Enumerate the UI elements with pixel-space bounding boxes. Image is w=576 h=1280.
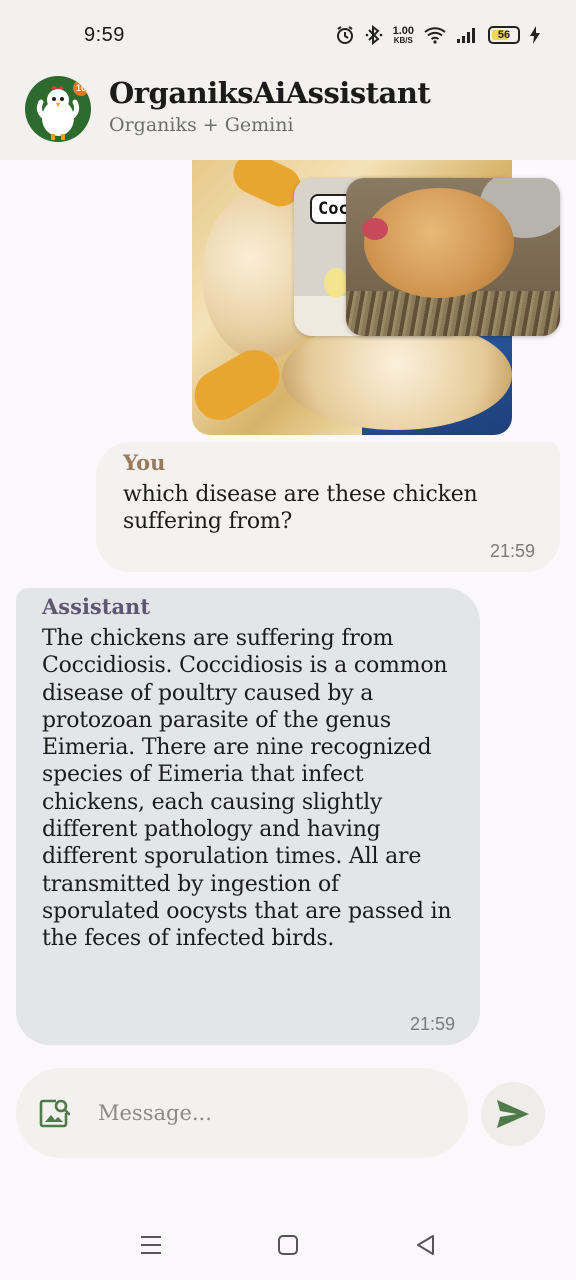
avatar-badge: 10 xyxy=(73,80,89,96)
message-sender: Assistant xyxy=(42,594,151,619)
message-composer xyxy=(16,1068,468,1158)
message-time: 21:59 xyxy=(409,1014,455,1034)
thumbnail-chick xyxy=(324,268,348,298)
home-button[interactable] xyxy=(273,1230,303,1260)
alarm-icon xyxy=(335,25,355,45)
charging-icon xyxy=(530,26,540,44)
image-chicken-body-lower xyxy=(282,320,512,430)
hen-image-body xyxy=(364,188,514,298)
send-button[interactable] xyxy=(481,1082,545,1146)
send-icon xyxy=(497,1100,529,1128)
battery-level: 56 xyxy=(497,29,511,41)
message-sender: You xyxy=(123,450,166,475)
signal-icon xyxy=(456,26,478,44)
app-header: 10 OrganiksAiAssistant Organiks + Gemini xyxy=(0,64,576,160)
status-icons: 1.00 KB/S 56 xyxy=(335,22,540,48)
status-time: 9:59 xyxy=(84,24,125,46)
network-speed-unit: KB/S xyxy=(393,35,413,45)
message-text: which disease are these chicken sufferin… xyxy=(123,482,478,535)
chicken-mascot-avatar[interactable]: 10 xyxy=(25,76,91,142)
network-speed: 1.00 KB/S xyxy=(392,24,414,45)
image-search-icon[interactable] xyxy=(38,1097,71,1129)
message-input[interactable] xyxy=(98,1093,438,1133)
home-square-icon xyxy=(278,1235,298,1255)
back-triangle-icon xyxy=(417,1235,434,1255)
bluetooth-icon xyxy=(365,25,383,45)
menu-icon xyxy=(141,1236,161,1254)
app-subtitle: Organiks + Gemini xyxy=(109,114,294,136)
hen-image-straw xyxy=(346,291,560,336)
app-title: OrganiksAiAssistant xyxy=(109,76,431,110)
wifi-icon xyxy=(424,26,446,44)
user-message-bubble: You which disease are these chicken suff… xyxy=(96,442,560,572)
back-button[interactable] xyxy=(410,1230,440,1260)
message-time: 21:59 xyxy=(489,541,535,561)
battery-indicator: 56 xyxy=(488,26,520,44)
recent-apps-button[interactable] xyxy=(136,1230,166,1260)
hen-image-comb xyxy=(362,218,388,240)
message-text: The chickens are suffering from Coccidio… xyxy=(42,626,452,952)
network-speed-value: 1.00 xyxy=(392,24,414,37)
assistant-message-bubble: Assistant The chickens are suffering fro… xyxy=(16,588,480,1045)
attached-sick-hen-image[interactable] xyxy=(346,178,560,336)
status-bar: 9:59 1.00 KB/S 56 xyxy=(0,0,576,64)
system-navigation-bar xyxy=(0,1200,576,1280)
